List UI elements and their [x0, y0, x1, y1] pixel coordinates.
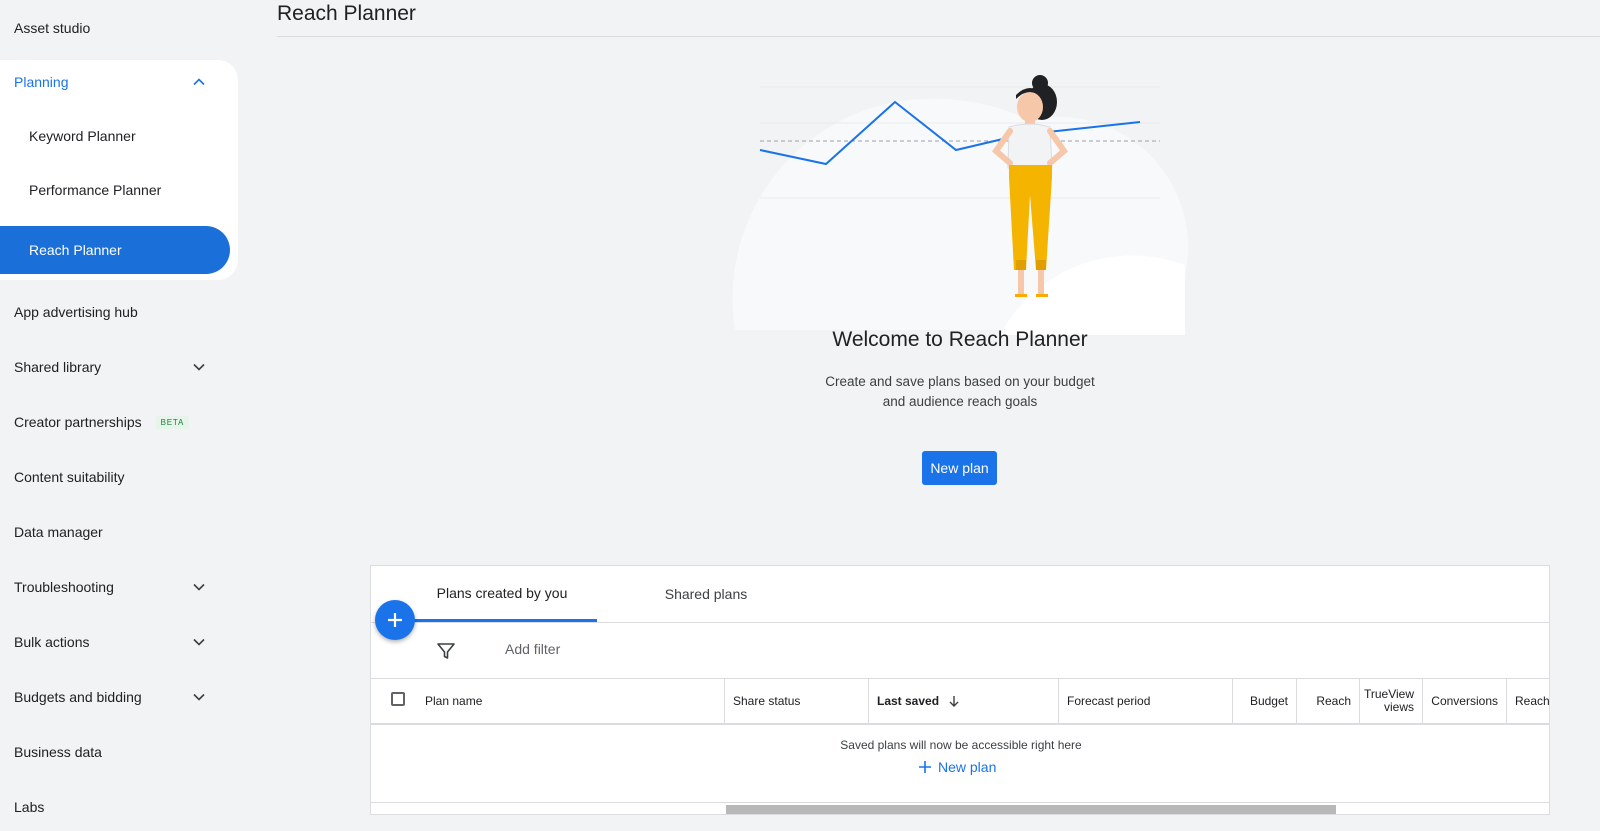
- filter-row: Add filter: [371, 623, 1549, 679]
- page-title: Reach Planner: [277, 2, 416, 25]
- filter-icon[interactable]: [436, 641, 456, 661]
- nav-reach-planner-label: Reach Planner: [29, 242, 122, 258]
- nav-performance-planner-label: Performance Planner: [29, 182, 162, 198]
- welcome-subtitle: Create and save plans based on your budg…: [790, 372, 1130, 412]
- header-divider: [371, 723, 1549, 725]
- plus-icon: [388, 613, 402, 627]
- tab-shared-plans-label: Shared plans: [664, 586, 748, 602]
- create-plan-fab[interactable]: [375, 600, 415, 640]
- nav-content-suitability-label: Content suitability: [14, 469, 125, 485]
- nav-troubleshooting-label: Troubleshooting: [14, 579, 114, 595]
- nav-reach-planner[interactable]: Reach Planner: [0, 226, 230, 274]
- planning-section: Planning Keyword Planner Performance Pla…: [0, 60, 238, 280]
- nav-creator-partnerships[interactable]: Creator partnerships BETA: [0, 398, 225, 446]
- column-reach-partial-label: Reach: [1515, 694, 1550, 708]
- welcome-title: Welcome to Reach Planner: [832, 328, 1088, 351]
- column-last-saved[interactable]: Last saved: [869, 679, 1059, 723]
- empty-new-plan-link[interactable]: New plan: [918, 759, 996, 775]
- column-forecast-period[interactable]: Forecast period: [1059, 679, 1233, 723]
- column-share-status-label: Share status: [733, 694, 801, 708]
- reach-planner-illustration: [732, 75, 1189, 335]
- nav-bulk-actions[interactable]: Bulk actions: [0, 618, 225, 666]
- title-divider: [277, 36, 1600, 37]
- nav-content-suitability[interactable]: Content suitability: [0, 453, 225, 501]
- column-reach[interactable]: Reach: [1297, 679, 1360, 723]
- column-reach-partial[interactable]: Reach: [1507, 679, 1550, 723]
- column-trueview-label-line2: views: [1383, 700, 1414, 714]
- nav-keyword-planner[interactable]: Keyword Planner: [0, 112, 225, 160]
- empty-state-message: Saved plans will now be accessible right…: [840, 738, 1082, 752]
- add-filter-button[interactable]: Add filter: [505, 641, 560, 657]
- nav-app-advertising-hub-label: App advertising hub: [14, 304, 138, 320]
- select-all-checkbox[interactable]: [391, 692, 405, 706]
- sidebar: Asset studio Planning Keyword Planner Pe…: [0, 0, 240, 825]
- nav-performance-planner[interactable]: Performance Planner: [0, 166, 225, 214]
- column-trueview-views[interactable]: TrueView views: [1360, 679, 1423, 723]
- column-forecast-period-label: Forecast period: [1067, 694, 1151, 708]
- chevron-down-icon[interactable]: [191, 689, 207, 705]
- empty-new-plan-label: New plan: [938, 759, 997, 775]
- nav-budgets-and-bidding[interactable]: Budgets and bidding: [0, 673, 225, 721]
- tab-shared-plans[interactable]: Shared plans: [621, 566, 791, 622]
- chevron-down-icon[interactable]: [191, 634, 207, 650]
- chevron-down-icon[interactable]: [191, 579, 207, 595]
- beta-badge: BETA: [155, 415, 190, 429]
- nav-business-data-label: Business data: [14, 744, 102, 760]
- nav-data-manager[interactable]: Data manager: [0, 508, 225, 556]
- nav-app-advertising-hub[interactable]: App advertising hub: [0, 288, 225, 336]
- nav-asset-studio-label: Asset studio: [14, 20, 91, 36]
- nav-shared-library-label: Shared library: [14, 359, 102, 375]
- plus-icon: [919, 761, 931, 773]
- column-budget[interactable]: Budget: [1233, 679, 1297, 723]
- column-last-saved-label: Last saved: [877, 694, 940, 708]
- tab-plans-created-by-you-label: Plans created by you: [436, 584, 568, 601]
- horizontal-scrollbar[interactable]: [726, 805, 1336, 814]
- table-bottom-divider: [371, 802, 1549, 803]
- nav-troubleshooting[interactable]: Troubleshooting: [0, 563, 225, 611]
- tab-plans-created-by-you[interactable]: Plans created by you: [407, 566, 597, 622]
- column-plan-name[interactable]: Plan name: [417, 679, 725, 723]
- table-header: Plan name Share status Last saved Foreca…: [371, 679, 1550, 723]
- nav-bulk-actions-label: Bulk actions: [14, 634, 90, 650]
- welcome-subtitle-line2: and audience reach goals: [882, 394, 1038, 409]
- chevron-up-icon[interactable]: [191, 74, 207, 90]
- nav-creator-partnerships-label: Creator partnerships: [14, 414, 142, 430]
- nav-business-data[interactable]: Business data: [0, 728, 225, 776]
- nav-planning-label: Planning: [14, 74, 69, 90]
- column-conversions-label: Conversions: [1431, 694, 1498, 708]
- nav-shared-library[interactable]: Shared library: [0, 343, 225, 391]
- nav-asset-studio[interactable]: Asset studio: [0, 4, 225, 52]
- chevron-down-icon[interactable]: [191, 359, 207, 375]
- nav-keyword-planner-label: Keyword Planner: [29, 128, 136, 144]
- nav-planning[interactable]: Planning: [0, 58, 225, 106]
- column-budget-label: Budget: [1249, 694, 1288, 708]
- column-share-status[interactable]: Share status: [725, 679, 869, 723]
- nav-budgets-and-bidding-label: Budgets and bidding: [14, 689, 142, 705]
- column-reach-label: Reach: [1316, 694, 1351, 708]
- new-plan-button[interactable]: New plan: [922, 451, 997, 485]
- column-conversions[interactable]: Conversions: [1423, 679, 1507, 723]
- plans-table-card: Plans created by you Shared plans Add fi…: [370, 565, 1550, 815]
- nav-labs[interactable]: Labs: [0, 783, 225, 831]
- column-plan-name-label: Plan name: [425, 694, 483, 708]
- nav-data-manager-label: Data manager: [14, 524, 103, 540]
- arrow-down-icon: [949, 696, 959, 707]
- welcome-subtitle-line1: Create and save plans based on your budg…: [825, 374, 1095, 389]
- nav-labs-label: Labs: [14, 799, 45, 815]
